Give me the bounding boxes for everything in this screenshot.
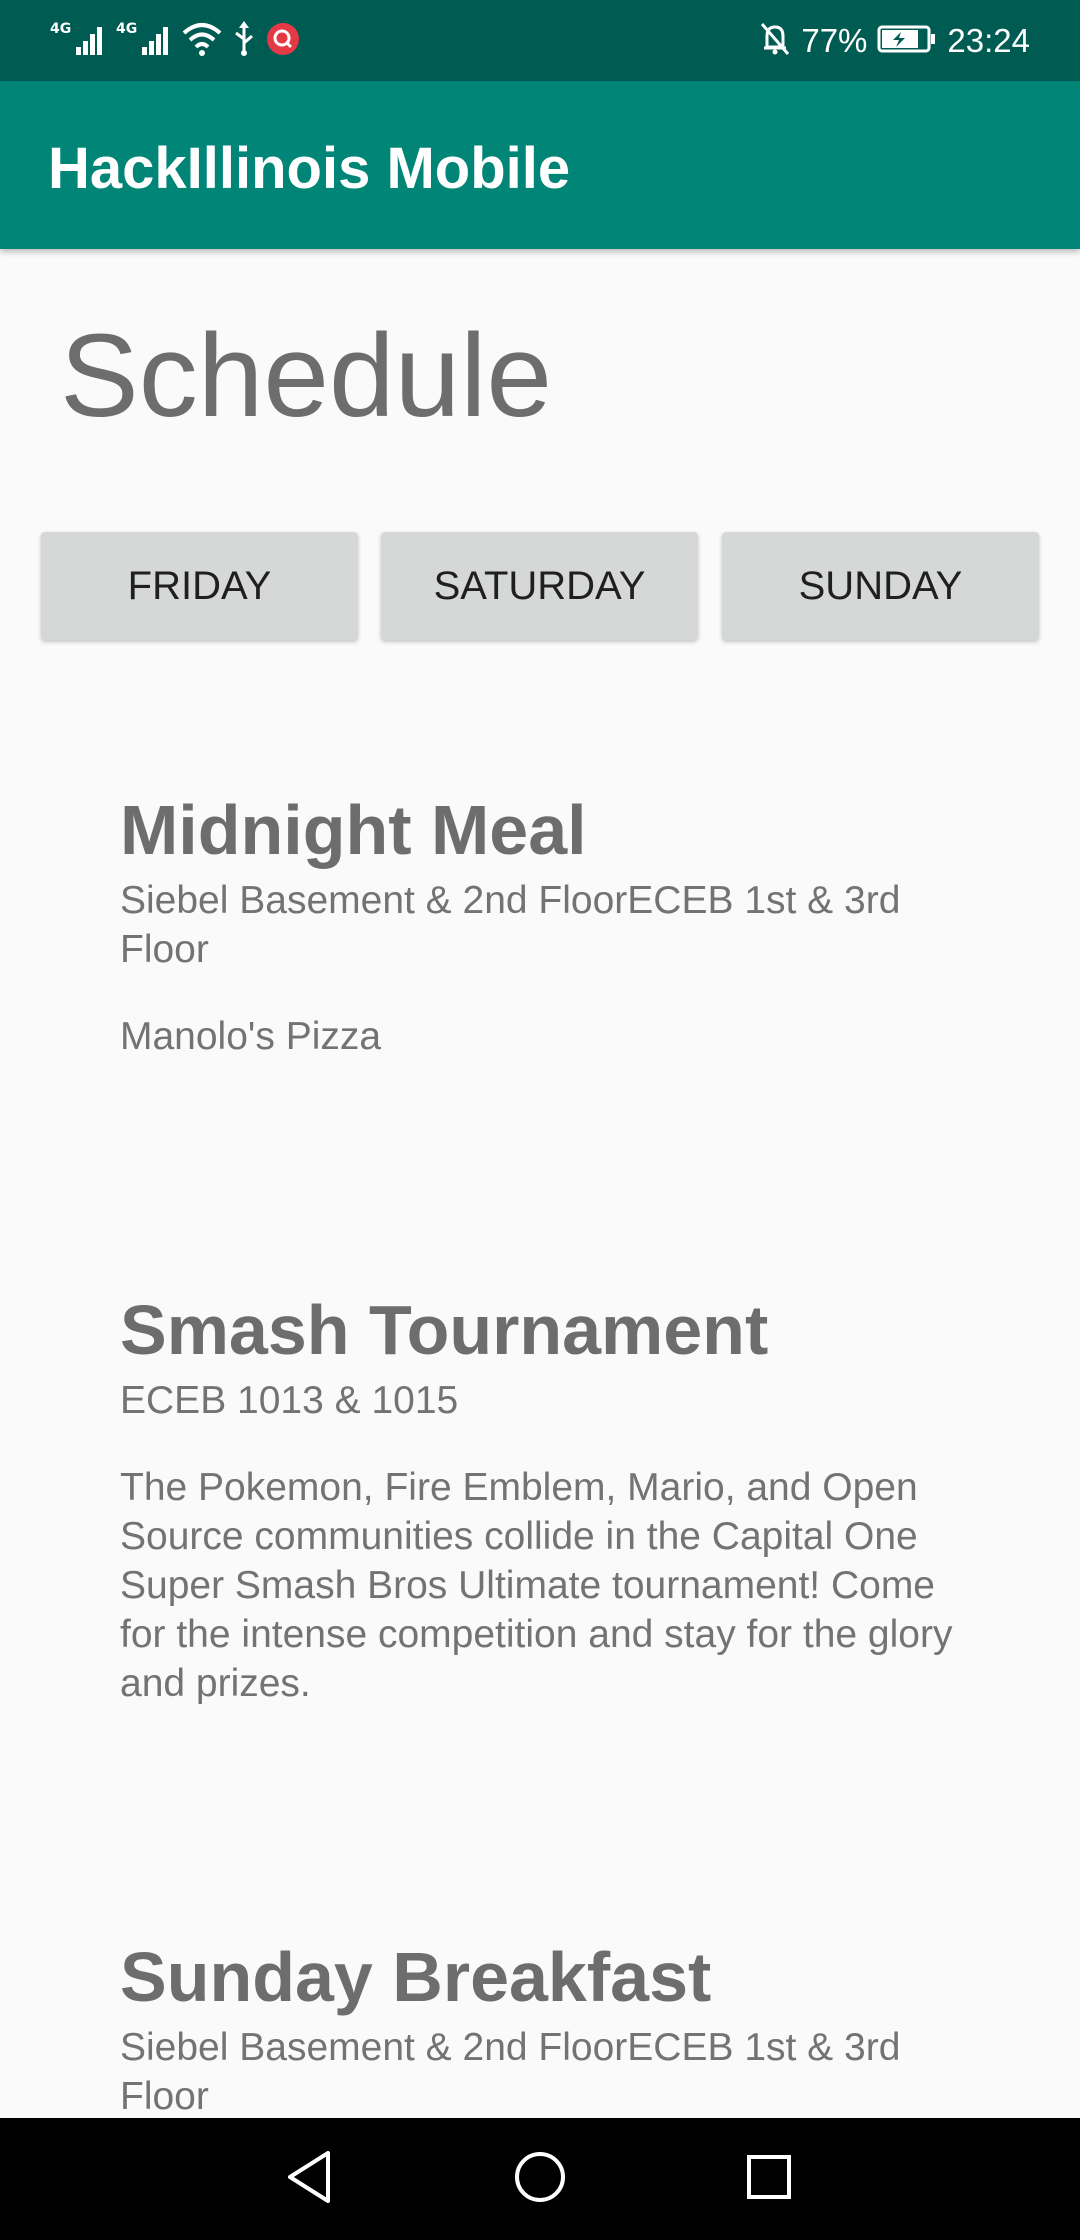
signal-4g-icon: 4G [116, 19, 172, 64]
app-bar: HackIllinois Mobile [0, 81, 1080, 249]
status-left-group: 4G 4G [50, 16, 300, 66]
mute-bell-icon [759, 21, 791, 62]
event-item[interactable]: Sunday Breakfast Siebel Basement & 2nd F… [120, 1935, 980, 2118]
notification-app-icon [266, 22, 300, 61]
event-description: Manolo's Pizza [120, 1015, 382, 1058]
clock: 23:24 [947, 22, 1030, 59]
wifi-icon [182, 21, 222, 62]
battery-percent: 77% [801, 22, 868, 59]
day-tabs: FRIDAY SATURDAY SUNDAY [41, 532, 1039, 640]
friday-button[interactable]: FRIDAY [41, 532, 358, 640]
event-description: The Pokemon, Fire Emblem, Mario, and Ope… [120, 1466, 953, 1705]
signal-4g-icon: 4G [50, 19, 106, 64]
event-title: Sunday Breakfast [120, 1938, 712, 2016]
saturday-button[interactable]: SATURDAY [381, 532, 698, 640]
status-right-group: 77% 23:24 [759, 16, 1030, 66]
navigation-bar [0, 2118, 1080, 2240]
status-bar: 4G 4G 77% 23:24 [0, 0, 1080, 81]
event-title: Smash Tournament [120, 1291, 769, 1369]
recents-icon [744, 2152, 794, 2207]
event-list[interactable]: Midnight Meal Siebel Basement & 2nd Floo… [0, 700, 1080, 2118]
event-item[interactable]: Midnight Meal Siebel Basement & 2nd Floo… [120, 788, 980, 1061]
event-title: Midnight Meal [120, 791, 587, 869]
back-button[interactable] [274, 2144, 344, 2214]
svg-text:4G: 4G [50, 21, 71, 37]
event-location: ECEB 1013 & 1015 [120, 1379, 459, 1422]
battery-charging-icon [877, 23, 937, 60]
event-location: Siebel Basement & 2nd FloorECEB 1st & 3r… [120, 2026, 901, 2118]
recents-button[interactable] [734, 2144, 804, 2214]
app-title: HackIllinois Mobile [48, 136, 571, 201]
event-item[interactable]: Smash Tournament ECEB 1013 & 1015 The Po… [120, 1288, 980, 1708]
back-icon [284, 2149, 334, 2210]
sunday-button[interactable]: SUNDAY [722, 532, 1039, 640]
home-button[interactable] [505, 2144, 575, 2214]
home-icon [512, 2149, 568, 2210]
usb-icon [232, 20, 256, 62]
page-title: Schedule [60, 310, 553, 442]
svg-text:4G: 4G [116, 21, 137, 37]
event-location: Siebel Basement & 2nd FloorECEB 1st & 3r… [120, 879, 901, 971]
